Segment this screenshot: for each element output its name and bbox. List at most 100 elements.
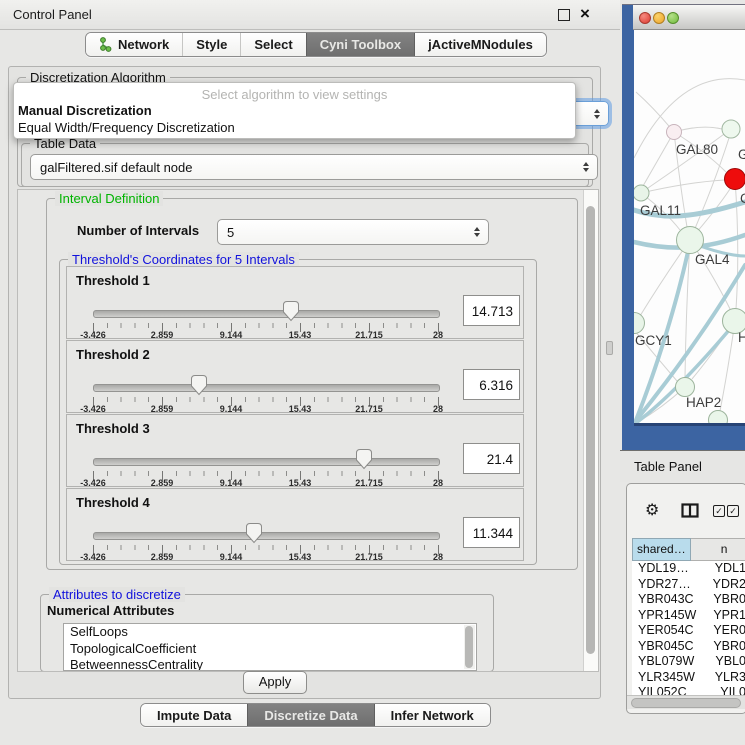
slider-track[interactable] [93, 384, 440, 392]
table-panel-header: Table Panel [620, 450, 745, 482]
scrollbar-thumb[interactable] [631, 698, 741, 708]
tab-style[interactable]: Style [182, 33, 240, 56]
network-view-window: GAL80 GA GAL11 C GAL4 GCY1 H HAP2 [622, 4, 745, 452]
dropdown-option-equal-width[interactable]: Equal Width/Frequency Discretization [18, 120, 235, 135]
network-canvas[interactable]: GAL80 GA GAL11 C GAL4 GCY1 H HAP2 [634, 30, 745, 423]
threshold-value-field[interactable]: 14.713 [463, 295, 520, 326]
network-window-titlebar [633, 5, 745, 30]
stepper-icon [594, 109, 600, 119]
network-icon [99, 37, 112, 52]
minimize-traffic-button[interactable] [653, 12, 665, 24]
checkbox-icon[interactable]: ✓ [713, 505, 725, 517]
node-label: H [738, 330, 745, 345]
threshold-value-field[interactable]: 21.4 [463, 443, 520, 474]
slider-track[interactable] [93, 310, 440, 318]
slider-track[interactable] [93, 458, 440, 466]
threshold-label: Threshold 1 [76, 273, 150, 288]
node-label: HAP2 [686, 395, 721, 410]
tab-impute-data[interactable]: Impute Data [141, 704, 247, 726]
node-label: GCY1 [635, 333, 672, 348]
slider-ticks [93, 471, 439, 476]
node-label: GAL4 [695, 252, 730, 267]
window-title: Control Panel [13, 7, 92, 22]
settings-scroll-area: Interval Definition Number of Intervals … [17, 189, 599, 672]
node-gal11 [634, 185, 649, 201]
split-columns-icon[interactable] [681, 503, 699, 518]
cyni-bottom-tabbar: Impute Data Discretize Data Infer Networ… [140, 703, 491, 727]
table-row[interactable]: YDL19…YDL1 [632, 561, 745, 577]
table-horizontal-scrollbar[interactable] [627, 695, 745, 709]
float-window-icon[interactable] [558, 9, 570, 21]
number-of-intervals-label: Number of Intervals [77, 223, 199, 238]
slider-thumb[interactable] [355, 448, 373, 470]
cyni-toolbox-panel: Discretization Algorithm Table Data galF… [8, 66, 601, 699]
slider-track[interactable] [93, 532, 440, 540]
slider-ticks [93, 545, 439, 550]
list-item[interactable]: SelfLoops [64, 624, 476, 641]
node-label: GA [738, 147, 745, 162]
numerical-attributes-label: Numerical Attributes [47, 603, 174, 618]
close-traffic-button[interactable] [639, 12, 651, 24]
list-item[interactable]: TopologicalCoefficient [64, 641, 476, 658]
zoom-traffic-button[interactable] [667, 12, 679, 24]
settings-scrollbar[interactable] [583, 190, 598, 671]
table-panel-window: ⚙ ✓ ✓ shared… n YDL19…YDL1 YDR27…YDR2 YB… [626, 483, 745, 714]
node-red [725, 169, 745, 190]
number-of-intervals-combobox[interactable]: 5 [217, 219, 489, 245]
table-row[interactable]: YDR27…YDR2 [632, 577, 745, 593]
table-data-combobox[interactable]: galFiltered.sif default node [30, 154, 598, 180]
threshold-value-field[interactable]: 6.316 [463, 369, 520, 400]
dropdown-hint: Select algorithm to view settings [14, 87, 575, 102]
node-gcy1 [634, 313, 645, 334]
tab-select[interactable]: Select [240, 33, 305, 56]
table-row[interactable]: YLR345WYLR3 [632, 670, 745, 686]
tab-jactivemnodules[interactable]: jActiveMNodules [414, 33, 546, 56]
node-bottom [709, 411, 728, 424]
checkbox-icon[interactable]: ✓ [727, 505, 739, 517]
threshold-label: Threshold 2 [76, 347, 150, 362]
table-row[interactable]: YER054CYER0 [632, 623, 745, 639]
dropdown-option-manual[interactable]: Manual Discretization [18, 103, 152, 118]
threshold-label: Threshold 4 [76, 495, 150, 510]
apply-button[interactable]: Apply [243, 671, 307, 694]
node-label: GAL11 [640, 203, 681, 218]
table-toolbar: ⚙ ✓ ✓ [627, 484, 745, 538]
table-row[interactable]: YBR045CYBR0 [632, 639, 745, 655]
table-row[interactable]: YPR145WYPR1 [632, 608, 745, 624]
close-icon[interactable]: × [580, 3, 590, 25]
node-label: C [740, 191, 745, 206]
node-gal4 [677, 227, 704, 254]
tab-cyni-toolbox[interactable]: Cyni Toolbox [306, 33, 414, 56]
node-green-top [722, 120, 740, 138]
tab-discretize-data[interactable]: Discretize Data [247, 704, 373, 726]
column-header-shared-name[interactable]: shared… [632, 538, 691, 561]
table-panel-title: Table Panel [634, 459, 702, 474]
stepper-icon [474, 227, 480, 237]
attributes-group: Attributes to discretize Numerical Attri… [40, 594, 494, 672]
threshold-label: Threshold 3 [76, 421, 150, 436]
table-row[interactable]: YBL079WYBL0 [632, 654, 745, 670]
tab-network[interactable]: Network [86, 33, 182, 56]
column-header-name[interactable]: n [691, 538, 745, 561]
threshold-panel: Threshold 1 -3.426 2.859 9.144 15.43 21.… [66, 266, 524, 339]
table-row[interactable]: YIL052CYIL0 [632, 685, 745, 695]
control-panel-titlebar: Control Panel × [0, 0, 620, 30]
panel-splitter-handle[interactable] [606, 341, 613, 355]
slider-thumb[interactable] [282, 300, 300, 322]
threshold-value-field[interactable]: 11.344 [463, 517, 520, 548]
scrollbar-thumb[interactable] [586, 206, 595, 654]
tab-infer-network[interactable]: Infer Network [374, 704, 490, 726]
list-item[interactable]: BetweennessCentrality [64, 657, 476, 671]
gear-icon[interactable]: ⚙ [645, 500, 659, 520]
list-scrollbar[interactable] [464, 625, 475, 669]
table-row[interactable]: YBR043CYBR0 [632, 592, 745, 608]
slider-ticks [93, 323, 439, 328]
node-hap2 [676, 378, 695, 397]
slider-thumb[interactable] [245, 522, 263, 544]
attributes-list[interactable]: SelfLoops TopologicalCoefficient Between… [63, 623, 477, 671]
group-title: Attributes to discretize [49, 587, 185, 602]
slider-thumb[interactable] [190, 374, 208, 396]
node-label: GAL80 [676, 142, 718, 157]
interval-definition-group: Interval Definition Number of Intervals … [46, 198, 578, 570]
group-title: Interval Definition [55, 191, 163, 206]
